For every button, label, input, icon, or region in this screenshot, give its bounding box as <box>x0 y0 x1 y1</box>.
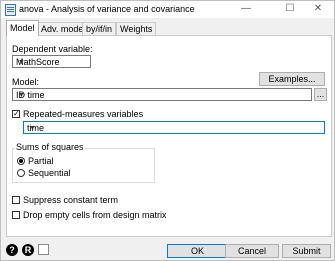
sequential-radio[interactable] <box>17 169 25 177</box>
repeated-measures-label: Repeated-measures variables <box>23 109 144 119</box>
window-title: anova - Analysis of variance and covaria… <box>19 4 195 14</box>
model-tab-panel: Dependent variable: MathScore ▼ Model: E… <box>6 35 332 237</box>
partial-radio[interactable] <box>17 157 25 165</box>
dependent-variable-combo[interactable]: MathScore ▼ <box>12 55 91 68</box>
tab-weights[interactable]: Weights <box>116 22 157 35</box>
reset-icon[interactable]: R <box>22 244 34 256</box>
chevron-down-icon[interactable]: ▼ <box>16 90 27 101</box>
close-icon[interactable]: ✕ <box>305 2 331 16</box>
maximize-icon[interactable]: ☐ <box>277 2 303 16</box>
sequential-label: Sequential <box>28 168 71 178</box>
repeated-measures-combo[interactable]: time ▼ <box>23 121 325 134</box>
stata-dialog-icon <box>5 4 16 16</box>
chevron-down-icon[interactable]: ▼ <box>27 123 38 134</box>
minimize-icon[interactable]: — <box>233 2 259 16</box>
ok-button[interactable]: OK <box>167 244 228 258</box>
partial-label: Partial <box>28 156 54 166</box>
model-combo[interactable]: ID time ▼ <box>12 88 312 101</box>
browse-button[interactable]: ... <box>314 88 327 101</box>
anova-dialog: anova - Analysis of variance and covaria… <box>0 0 335 261</box>
copy-command-icon[interactable] <box>38 244 49 255</box>
model-label: Model: <box>12 77 40 87</box>
title-bar: anova - Analysis of variance and covaria… <box>1 1 334 19</box>
repeated-measures-checkbox[interactable]: ✓ <box>12 110 20 118</box>
dependent-variable-label: Dependent variable: <box>12 44 93 54</box>
tab-by-if-in[interactable]: by/if/in <box>82 22 117 35</box>
submit-button[interactable]: Submit <box>282 244 331 258</box>
examples-button[interactable]: Examples... <box>259 72 325 86</box>
suppress-constant-checkbox[interactable] <box>12 196 20 204</box>
tab-model[interactable]: Model <box>6 20 39 36</box>
drop-empty-cells-label: Drop empty cells from design matrix <box>23 210 167 220</box>
help-icon[interactable]: ? <box>6 244 18 256</box>
chevron-down-icon[interactable]: ▼ <box>16 57 27 68</box>
cancel-button[interactable]: Cancel <box>225 244 279 258</box>
sums-of-squares-title: Sums of squares <box>15 142 85 152</box>
drop-empty-cells-checkbox[interactable] <box>12 211 20 219</box>
suppress-constant-label: Suppress constant term <box>23 195 119 205</box>
